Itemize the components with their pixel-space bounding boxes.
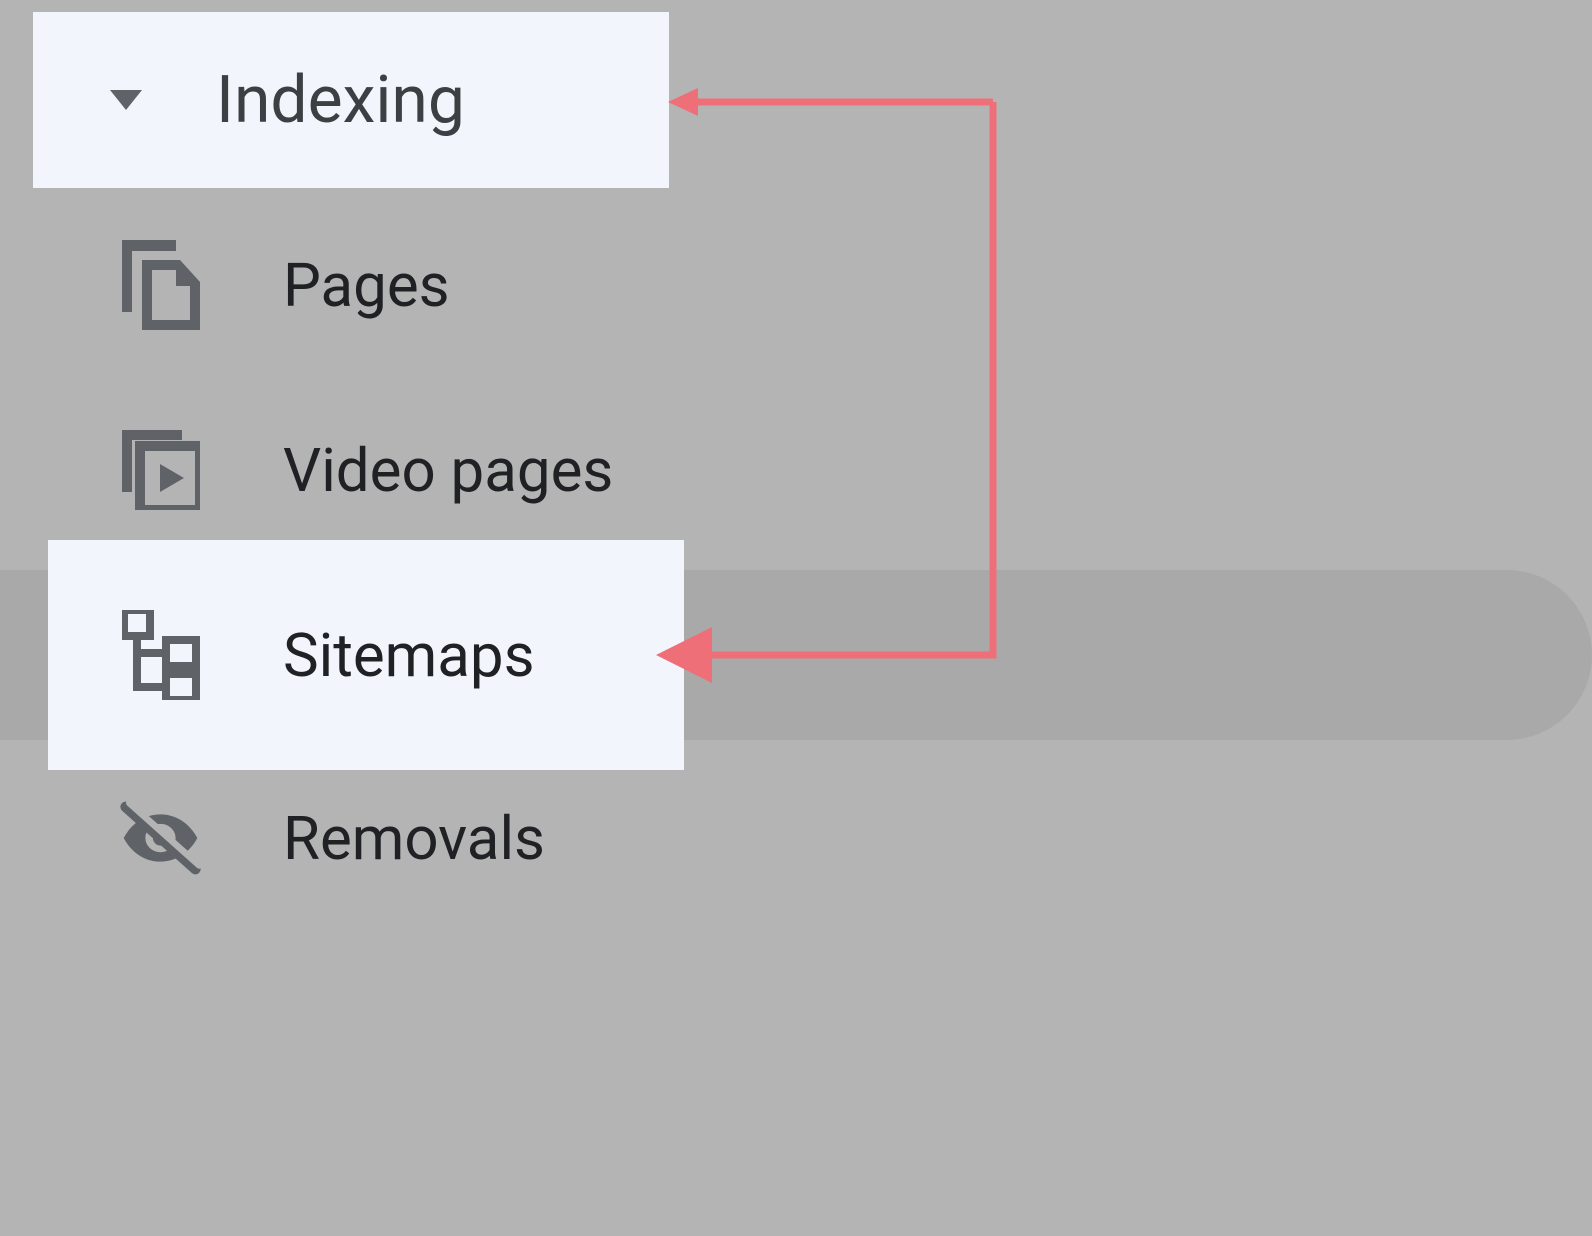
caret-down-icon <box>83 90 168 110</box>
removals-icon <box>118 801 203 876</box>
sidebar-item-removals[interactable]: Removals <box>118 783 545 893</box>
sidebar-item-sitemaps[interactable]: Sitemaps <box>118 600 535 710</box>
indexing-section-header[interactable]: Indexing <box>33 12 669 188</box>
sidebar-item-label: Pages <box>283 250 450 321</box>
sidebar-item-label: Sitemaps <box>283 620 535 691</box>
sidebar-item-pages[interactable]: Pages <box>118 230 450 340</box>
sidebar-item-label: Removals <box>283 803 545 874</box>
pages-icon <box>118 240 203 330</box>
sitemaps-icon <box>118 610 203 700</box>
section-header-label: Indexing <box>216 62 465 139</box>
sidebar-item-video-pages[interactable]: Video pages <box>118 415 613 525</box>
video-pages-icon <box>118 430 203 510</box>
sidebar-item-label: Video pages <box>283 435 613 506</box>
